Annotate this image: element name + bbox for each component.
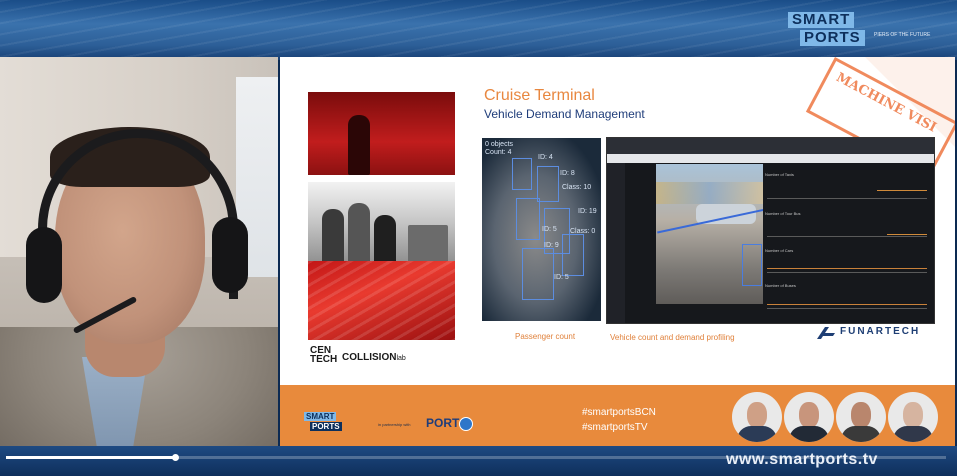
graph-axis xyxy=(767,198,927,199)
presentation-slide: MACHINE VISI Cruise Terminal Vehicle Dem… xyxy=(280,57,955,446)
photo-figure xyxy=(374,215,396,265)
pax-box xyxy=(562,234,584,276)
funartech-icon xyxy=(817,327,835,339)
pax-label: ID: 8 xyxy=(560,170,575,177)
pax-label: 0 objects xyxy=(485,141,514,148)
pax-label: ID: 19 xyxy=(578,208,597,215)
pax-box xyxy=(516,198,540,240)
collision-lab-logo: COLLISIONlab xyxy=(342,352,406,363)
avatar-face xyxy=(851,402,871,428)
logo-ports-text: PORTS xyxy=(800,30,865,46)
pax-label: ID: 5 xyxy=(554,274,569,281)
avatar-suit xyxy=(789,426,829,442)
footer-hashtags: #smartportsBCN #smartportsTV xyxy=(582,405,656,435)
graph-title-taxis: Number of Taxis xyxy=(765,172,794,177)
graph-title-buses: Number of Buses xyxy=(765,283,796,288)
graph-series-line xyxy=(877,190,927,191)
photo-red-stairs xyxy=(308,261,455,340)
dashboard-browser-bar xyxy=(607,138,934,154)
dashboard-sidebar xyxy=(607,163,625,323)
centech-bottom: TECH xyxy=(310,354,338,365)
dashboard-bookmarks-bar xyxy=(607,154,934,163)
footer-partnership-text: in partnership with xyxy=(378,422,411,427)
panelist-avatar xyxy=(784,392,834,442)
logo-smart-text: SMART xyxy=(788,12,855,28)
hashtag-bcn: #smartportsBCN xyxy=(582,407,656,418)
photo-stairs-texture xyxy=(308,261,455,340)
vehicle-dashboard: Number of Taxis Number of Tour Bus Numbe… xyxy=(606,137,935,324)
traffic-camera-feed xyxy=(656,164,763,304)
avatar-face xyxy=(799,402,819,428)
pax-label: ID: 4 xyxy=(538,154,553,161)
pax-label: ID: 5 xyxy=(542,226,557,233)
caption-vehicle-count: Vehicle count and demand profiling xyxy=(610,333,735,342)
smartports-logo: SMART PORTS PIERS OF THE FUTURE xyxy=(786,12,936,52)
graph-series-line xyxy=(767,304,927,305)
photo-people-meeting xyxy=(308,182,455,265)
funartech-logo: FUNARTECH xyxy=(840,326,921,337)
caption-passenger-count: Passenger count xyxy=(515,332,576,341)
pax-label: ID: 9 xyxy=(544,242,559,249)
photo-figure xyxy=(322,209,344,265)
speaker-video xyxy=(0,57,278,451)
logo-tagline: PIERS OF THE FUTURE xyxy=(874,32,931,38)
headset-left-cup xyxy=(26,227,62,303)
graph-series-line xyxy=(887,234,927,235)
footer-smart-text: SMART xyxy=(304,412,337,421)
panelist-avatar xyxy=(836,392,886,442)
panelist-avatar xyxy=(888,392,938,442)
graph-series-line xyxy=(767,268,927,269)
panelist-avatar xyxy=(732,392,782,442)
cam-detection-box xyxy=(742,244,762,286)
slide-subtitle: Vehicle Demand Management xyxy=(484,107,645,121)
pax-label: Class: 10 xyxy=(562,184,592,191)
hashtag-tv: #smartportsTV xyxy=(582,422,648,433)
pax-label: Class: 0 xyxy=(570,228,596,235)
avatar-suit xyxy=(893,426,933,442)
footer-port-globe-icon xyxy=(459,417,473,431)
graph-axis xyxy=(767,308,927,309)
footer-port-logo: PORT xyxy=(426,416,460,430)
video-progress-fill xyxy=(6,456,176,459)
pax-box xyxy=(537,166,559,202)
graph-title-cars: Number of Cars xyxy=(765,248,794,253)
headset-right-cup xyxy=(212,217,248,293)
passenger-count-frame: 0 objects Count: 4 ID: 4 ID: 8 Class: 10… xyxy=(482,138,601,321)
pax-label: Count: 4 xyxy=(485,149,512,156)
photo-figure xyxy=(348,203,370,265)
graph-title-tourbus: Number of Tour Bus xyxy=(765,211,801,216)
pax-box xyxy=(512,158,532,190)
centech-logo: CEN TECH xyxy=(310,346,338,365)
slide-title: Cruise Terminal xyxy=(484,87,595,104)
avatar-face xyxy=(903,402,923,428)
collision-suffix: lab xyxy=(396,355,406,362)
avatar-suit xyxy=(737,426,777,442)
video-progress-bar[interactable] xyxy=(6,454,946,461)
pax-box xyxy=(522,248,554,300)
avatar-suit xyxy=(841,426,881,442)
cam-buildings xyxy=(656,182,763,204)
avatar-face xyxy=(747,402,767,428)
collision-text: COLLISION xyxy=(342,352,397,363)
graph-axis xyxy=(767,236,927,237)
photo-table xyxy=(408,225,448,265)
photo-figure xyxy=(348,115,370,175)
footer-ports-text: PORTS xyxy=(310,422,342,431)
graph-axis xyxy=(767,272,927,273)
photo-red-lounge xyxy=(308,92,455,175)
website-url: www.smartports.tv xyxy=(726,451,878,468)
